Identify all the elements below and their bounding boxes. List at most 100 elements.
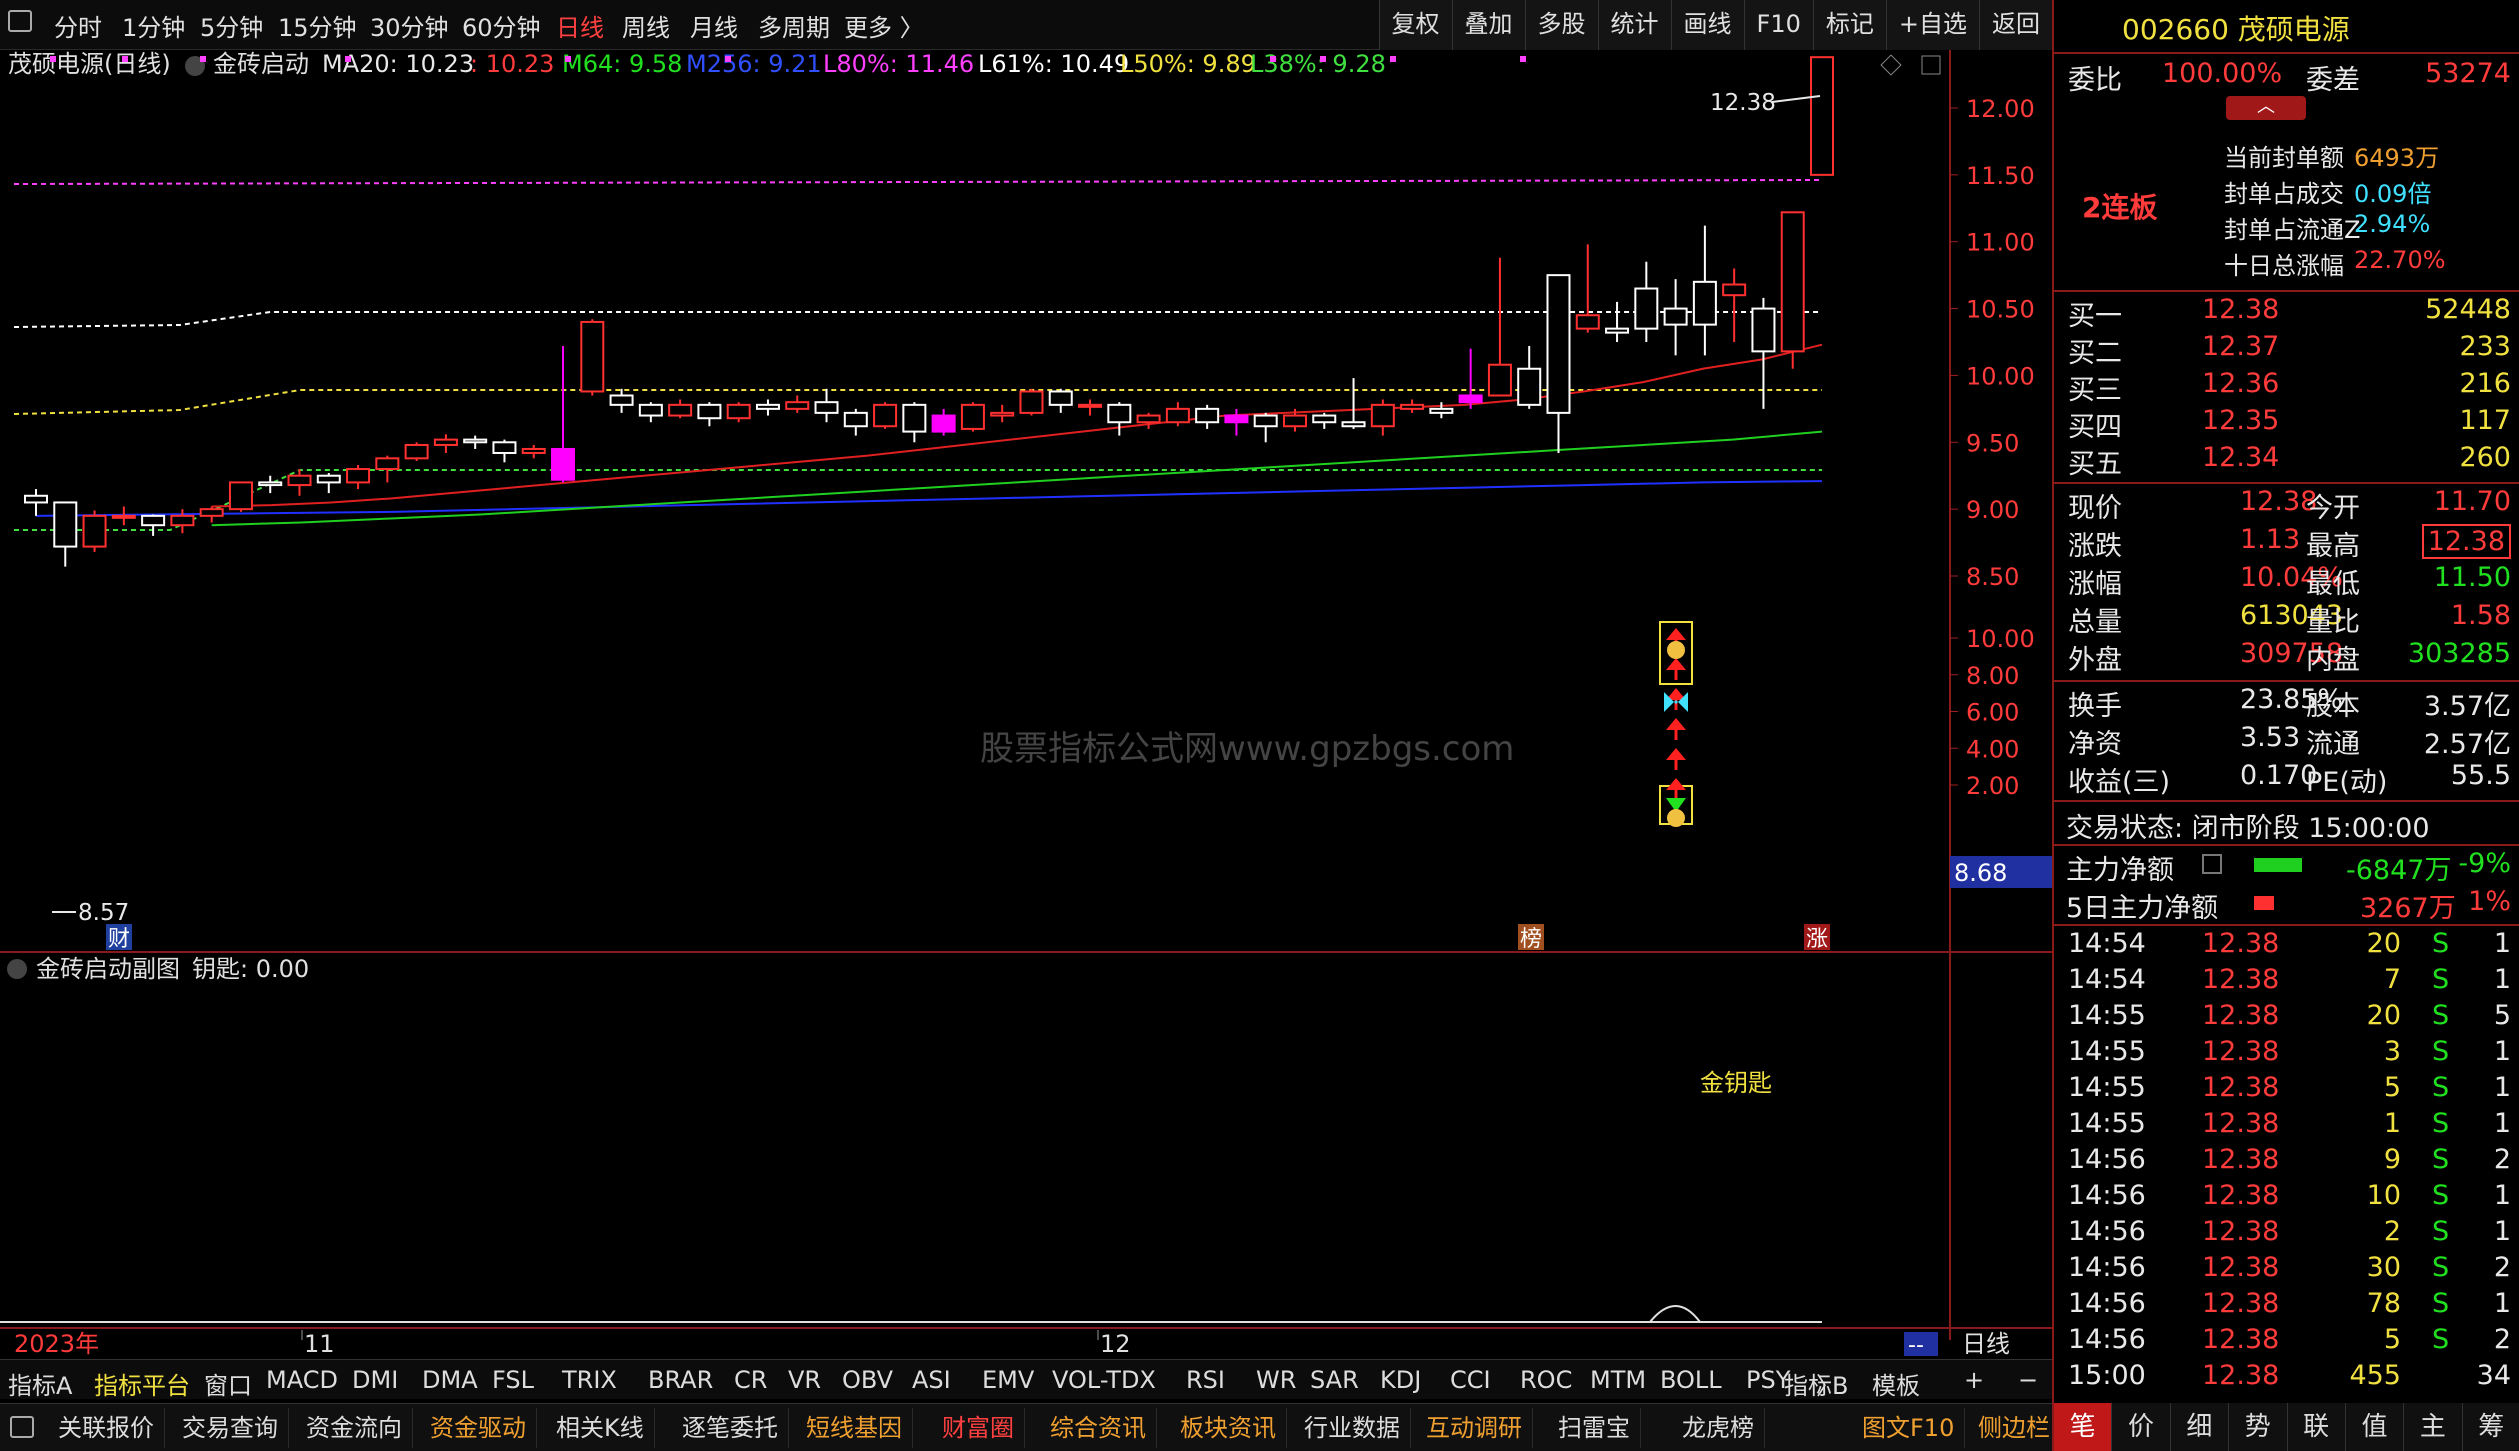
indicator-tab[interactable]: WR — [1256, 1366, 1296, 1394]
function-button[interactable]: 交易查询 — [172, 1408, 289, 1448]
indicator-tab[interactable]: BOLL — [1660, 1366, 1722, 1394]
bid-row[interactable]: 买三 12.36 216 — [2054, 368, 2519, 406]
function-button[interactable]: 关联报价 — [48, 1408, 165, 1448]
period-tab[interactable]: 月线 — [690, 8, 738, 43]
indicator-tab[interactable]: MACD — [266, 1366, 338, 1394]
indicator-tool[interactable]: 模板 — [1872, 1366, 1920, 1401]
indicator-tool[interactable]: − — [2018, 1366, 2038, 1394]
indicator-tool[interactable]: 指标B — [1784, 1366, 1848, 1401]
indicator-tab[interactable]: DMA — [422, 1366, 478, 1394]
period-tab[interactable]: 30分钟 — [370, 8, 449, 43]
tick-row: 14:56 12.38 5 S 2 — [2068, 1324, 2511, 1355]
bid-row[interactable]: 买五 12.34 260 — [2054, 442, 2519, 480]
period-tab[interactable]: 周线 — [622, 8, 670, 43]
indicator-tab[interactable]: TRIX — [562, 1366, 617, 1394]
function-button[interactable]: 相关K线 — [546, 1408, 655, 1448]
period-tab[interactable]: 1分钟 — [122, 8, 185, 43]
candle-body — [228, 481, 253, 511]
right-tab[interactable]: 值 — [2346, 1403, 2405, 1451]
function-button[interactable]: 侧边栏 — [1968, 1408, 2061, 1448]
right-tab[interactable]: 主 — [2404, 1403, 2463, 1451]
tool-button[interactable]: 画线 — [1670, 0, 1744, 50]
tool-button[interactable]: 复权 — [1378, 0, 1452, 50]
indicator-tab[interactable]: FSL — [492, 1366, 534, 1394]
price-axis: 12.00 11.50 11.00 10.50 10.00 9.50 9.00 8.50 — [1950, 95, 2035, 591]
candle-body — [1165, 407, 1190, 424]
right-tab[interactable]: 势 — [2229, 1403, 2288, 1451]
arrow-up-icon — [1666, 718, 1686, 730]
indicator-tab[interactable]: SAR — [1310, 1366, 1359, 1394]
period-tab[interactable]: 多周期 — [758, 8, 830, 43]
stock-code-name[interactable]: 002660 茂硕电源 — [2054, 8, 2519, 46]
tool-button[interactable]: 标记 — [1812, 0, 1886, 50]
right-tab[interactable]: 联 — [2288, 1403, 2346, 1451]
right-tab[interactable]: 细 — [2171, 1403, 2230, 1451]
candle-body — [492, 441, 517, 454]
tool-button[interactable]: 返回 — [1979, 0, 2052, 50]
month-label: 11 — [304, 1330, 335, 1358]
function-button[interactable]: 板块资讯 — [1170, 1408, 1287, 1448]
tool-button[interactable]: F10 — [1743, 0, 1813, 50]
indicator-tab[interactable]: ROC — [1520, 1366, 1572, 1394]
indicator-tab[interactable]: 指标平台 — [94, 1366, 190, 1401]
l50-label: L50%: 9.89 — [1120, 50, 1256, 78]
function-button[interactable]: 逐笔委托 — [672, 1408, 789, 1448]
indicator-tab[interactable]: VR — [788, 1366, 821, 1394]
indicator-tab[interactable]: BRAR — [648, 1366, 713, 1394]
ma-line — [35, 480, 1823, 517]
function-button[interactable]: 行业数据 — [1294, 1408, 1411, 1448]
period-tab[interactable]: 更多 〉 — [844, 8, 924, 43]
function-button[interactable]: 短线基因 — [796, 1408, 913, 1448]
indicator-tab[interactable]: MTM — [1590, 1366, 1646, 1394]
right-tab[interactable]: 笔 — [2054, 1403, 2113, 1451]
indicator-tab[interactable]: CR — [734, 1366, 767, 1394]
right-tab[interactable]: 筹 — [2463, 1403, 2519, 1451]
bid-row[interactable]: 买二 12.37 233 — [2054, 331, 2519, 369]
period-tab[interactable]: 15分钟 — [278, 8, 357, 43]
function-button[interactable]: 扫雷宝 — [1548, 1408, 1641, 1448]
tool-button[interactable]: +自选 — [1885, 0, 1979, 50]
collapse-icon[interactable]: ︿ — [2226, 96, 2306, 120]
function-button[interactable]: 综合资讯 — [1040, 1408, 1157, 1448]
period-indicator[interactable]: 日线 — [1962, 1330, 2010, 1358]
function-button[interactable]: 图文F10 — [1852, 1408, 1966, 1448]
period-tab-active[interactable]: 日线 — [556, 8, 604, 43]
chevron-down-icon[interactable] — [7, 959, 27, 979]
indicator-tool[interactable]: + — [1964, 1366, 1984, 1394]
period-tab[interactable]: 分时 — [54, 8, 102, 43]
function-button[interactable]: 龙虎榜 — [1672, 1408, 1765, 1448]
kline-chart[interactable]: 茂硕电源(日线) 金砖启动 MA20: 10.23 : 10.23 M64: 9… — [0, 50, 2052, 1359]
tool-button[interactable]: 叠加 — [1451, 0, 1525, 50]
bid-row[interactable]: 买一 12.38 52448 — [2054, 294, 2519, 332]
menu-icon[interactable] — [10, 1416, 34, 1438]
right-tab[interactable]: 价 — [2112, 1403, 2171, 1451]
menu-icon[interactable] — [8, 10, 32, 32]
indicator-tab[interactable]: DMI — [352, 1366, 398, 1394]
indicator-tab[interactable]: VOL-TDX — [1052, 1366, 1156, 1394]
indicator-tab[interactable]: 指标A — [8, 1366, 72, 1401]
function-button[interactable]: 资金流向 — [296, 1408, 413, 1448]
indicator-name[interactable]: 金砖启动 — [213, 50, 309, 78]
candle-body — [258, 481, 283, 487]
indicator-tab[interactable]: EMV — [982, 1366, 1034, 1394]
tool-button[interactable]: 多股 — [1524, 0, 1598, 50]
candle-body — [1253, 414, 1278, 428]
indicator-tab[interactable]: 窗口 — [204, 1366, 252, 1401]
window-icon[interactable] — [1921, 55, 1941, 75]
indicator-tab[interactable]: OBV — [842, 1366, 893, 1394]
list-icon[interactable] — [2202, 854, 2222, 874]
period-tab[interactable]: 60分钟 — [462, 8, 541, 43]
tool-button[interactable]: 统计 — [1597, 0, 1671, 50]
indicator-tab[interactable]: KDJ — [1380, 1366, 1421, 1394]
bid-row[interactable]: 买四 12.35 117 — [2054, 405, 2519, 443]
function-button[interactable]: 财富圈 — [932, 1408, 1025, 1448]
month-label: 12 — [1100, 1330, 1131, 1358]
indicator-tab[interactable]: RSI — [1186, 1366, 1225, 1394]
indicator-tab[interactable]: ASI — [912, 1366, 951, 1394]
period-tab[interactable]: 5分钟 — [200, 8, 263, 43]
function-button[interactable]: 互动调研 — [1416, 1408, 1533, 1448]
diamond-icon[interactable] — [1880, 54, 1902, 76]
indicator-tab[interactable]: CCI — [1450, 1366, 1491, 1394]
subchart-title[interactable]: 金砖启动副图 — [36, 955, 180, 983]
function-button[interactable]: 资金驱动 — [420, 1408, 537, 1448]
